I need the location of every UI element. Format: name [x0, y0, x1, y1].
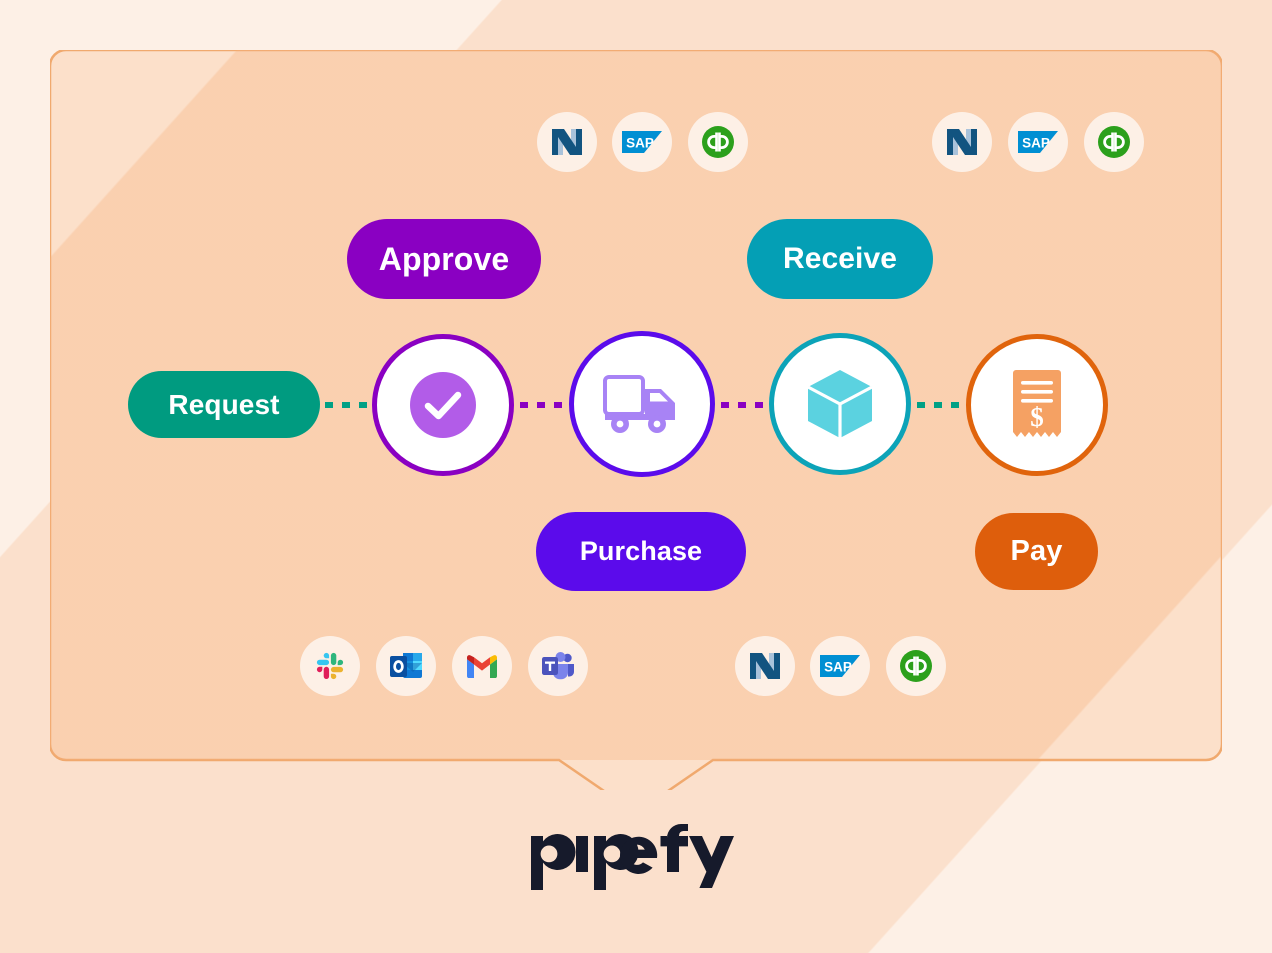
pipefy-wordmark-icon: [531, 824, 734, 890]
microsoft-teams-icon: [542, 652, 574, 680]
integration-chip-outlook[interactable]: [376, 636, 436, 696]
stage-label-pay[interactable]: Pay: [975, 513, 1098, 590]
integration-chip-quickbooks[interactable]: [886, 636, 946, 696]
slack-icon: [316, 652, 344, 680]
outlook-icon: [390, 653, 422, 678]
stage-label-request-text: Request: [168, 388, 280, 420]
sap-icon: SAP: [622, 131, 662, 153]
stage-label-purchase-text: Purchase: [579, 536, 703, 566]
delivery-truck-icon: [603, 375, 675, 433]
integration-chip-sap[interactable]: SAP: [612, 112, 672, 172]
integration-chip-netsuite[interactable]: [735, 636, 795, 696]
process-flow: $ Request Approve Purchase Receive Pay S…: [0, 0, 1272, 953]
integration-chip-sap[interactable]: SAP: [1008, 112, 1068, 172]
integration-chip-netsuite[interactable]: [537, 112, 597, 172]
sap-icon: SAP: [1018, 131, 1058, 153]
brand-logo: [0, 818, 1272, 894]
netsuite-icon: [750, 653, 780, 679]
integration-chip-netsuite[interactable]: [932, 112, 992, 172]
svg-text:SAP: SAP: [824, 660, 852, 675]
stage-label-receive-text: Receive: [782, 242, 898, 275]
integration-chip-gmail[interactable]: [452, 636, 512, 696]
integration-chip-microsoft-teams[interactable]: [528, 636, 588, 696]
sap-icon: SAP: [820, 655, 860, 677]
check-circle-icon: [410, 372, 476, 438]
stage-label-receive[interactable]: Receive: [747, 219, 933, 299]
integration-chip-quickbooks[interactable]: [688, 112, 748, 172]
stage-label-purchase[interactable]: Purchase: [536, 512, 746, 591]
integration-chip-slack[interactable]: [300, 636, 360, 696]
stage-label-pay-text: Pay: [1010, 535, 1063, 567]
stage-node-approve[interactable]: [372, 334, 514, 476]
gmail-icon: [466, 655, 498, 678]
quickbooks-icon: [1098, 126, 1130, 158]
svg-text:SAP: SAP: [1022, 136, 1050, 151]
svg-text:$: $: [1030, 402, 1044, 432]
package-box-icon: [807, 370, 873, 438]
stage-node-receive[interactable]: [769, 333, 911, 475]
stage-node-pay[interactable]: $: [966, 334, 1108, 476]
stage-label-approve[interactable]: Approve: [347, 219, 541, 299]
stage-label-request[interactable]: Request: [128, 371, 320, 438]
svg-text:SAP: SAP: [626, 136, 654, 151]
integration-chip-sap[interactable]: SAP: [810, 636, 870, 696]
stage-node-purchase[interactable]: [569, 331, 715, 477]
stage-label-approve-text: Approve: [378, 240, 510, 277]
integration-chip-quickbooks[interactable]: [1084, 112, 1144, 172]
netsuite-icon: [947, 129, 977, 155]
netsuite-icon: [552, 129, 582, 155]
quickbooks-icon: [702, 126, 734, 158]
quickbooks-icon: [900, 650, 932, 682]
invoice-receipt-dollar-icon: $: [1013, 370, 1061, 437]
